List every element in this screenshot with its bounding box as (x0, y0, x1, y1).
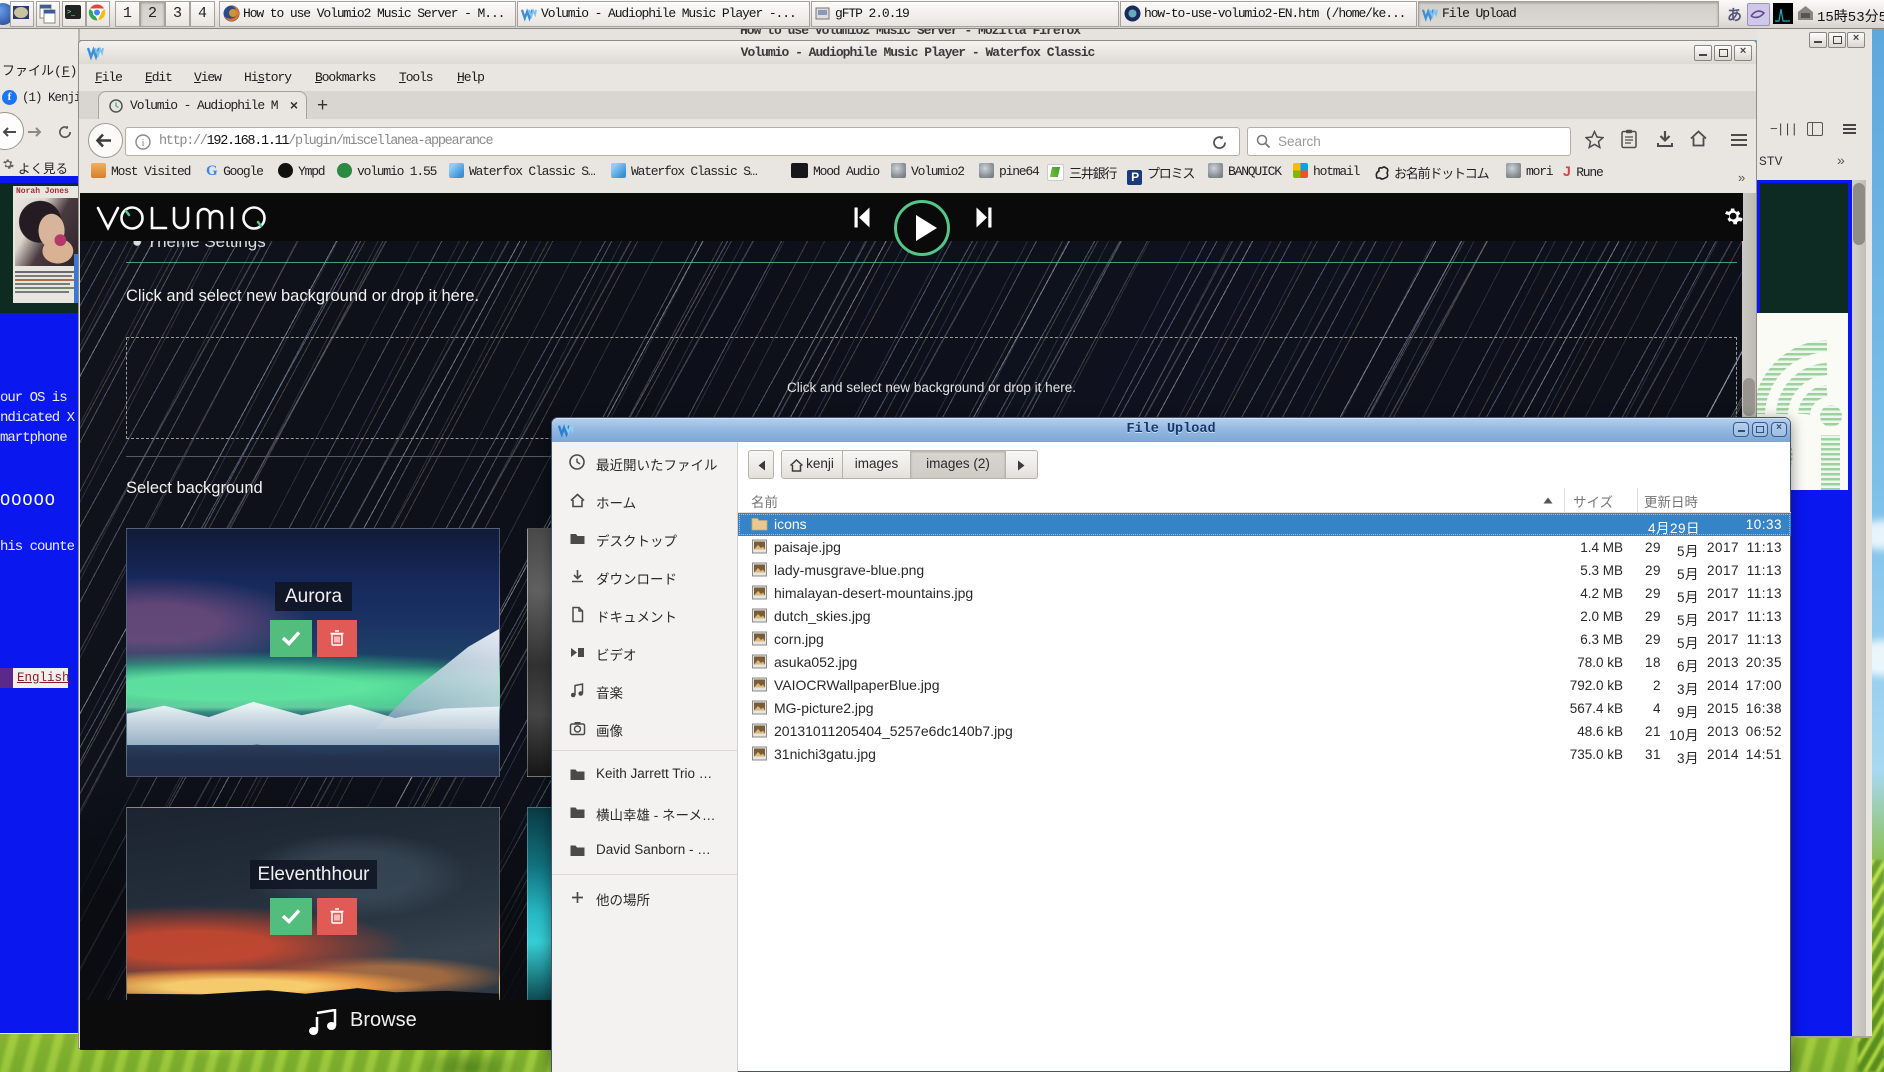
svg-text:i: i (141, 137, 144, 149)
svg-text:>_: >_ (67, 9, 75, 16)
